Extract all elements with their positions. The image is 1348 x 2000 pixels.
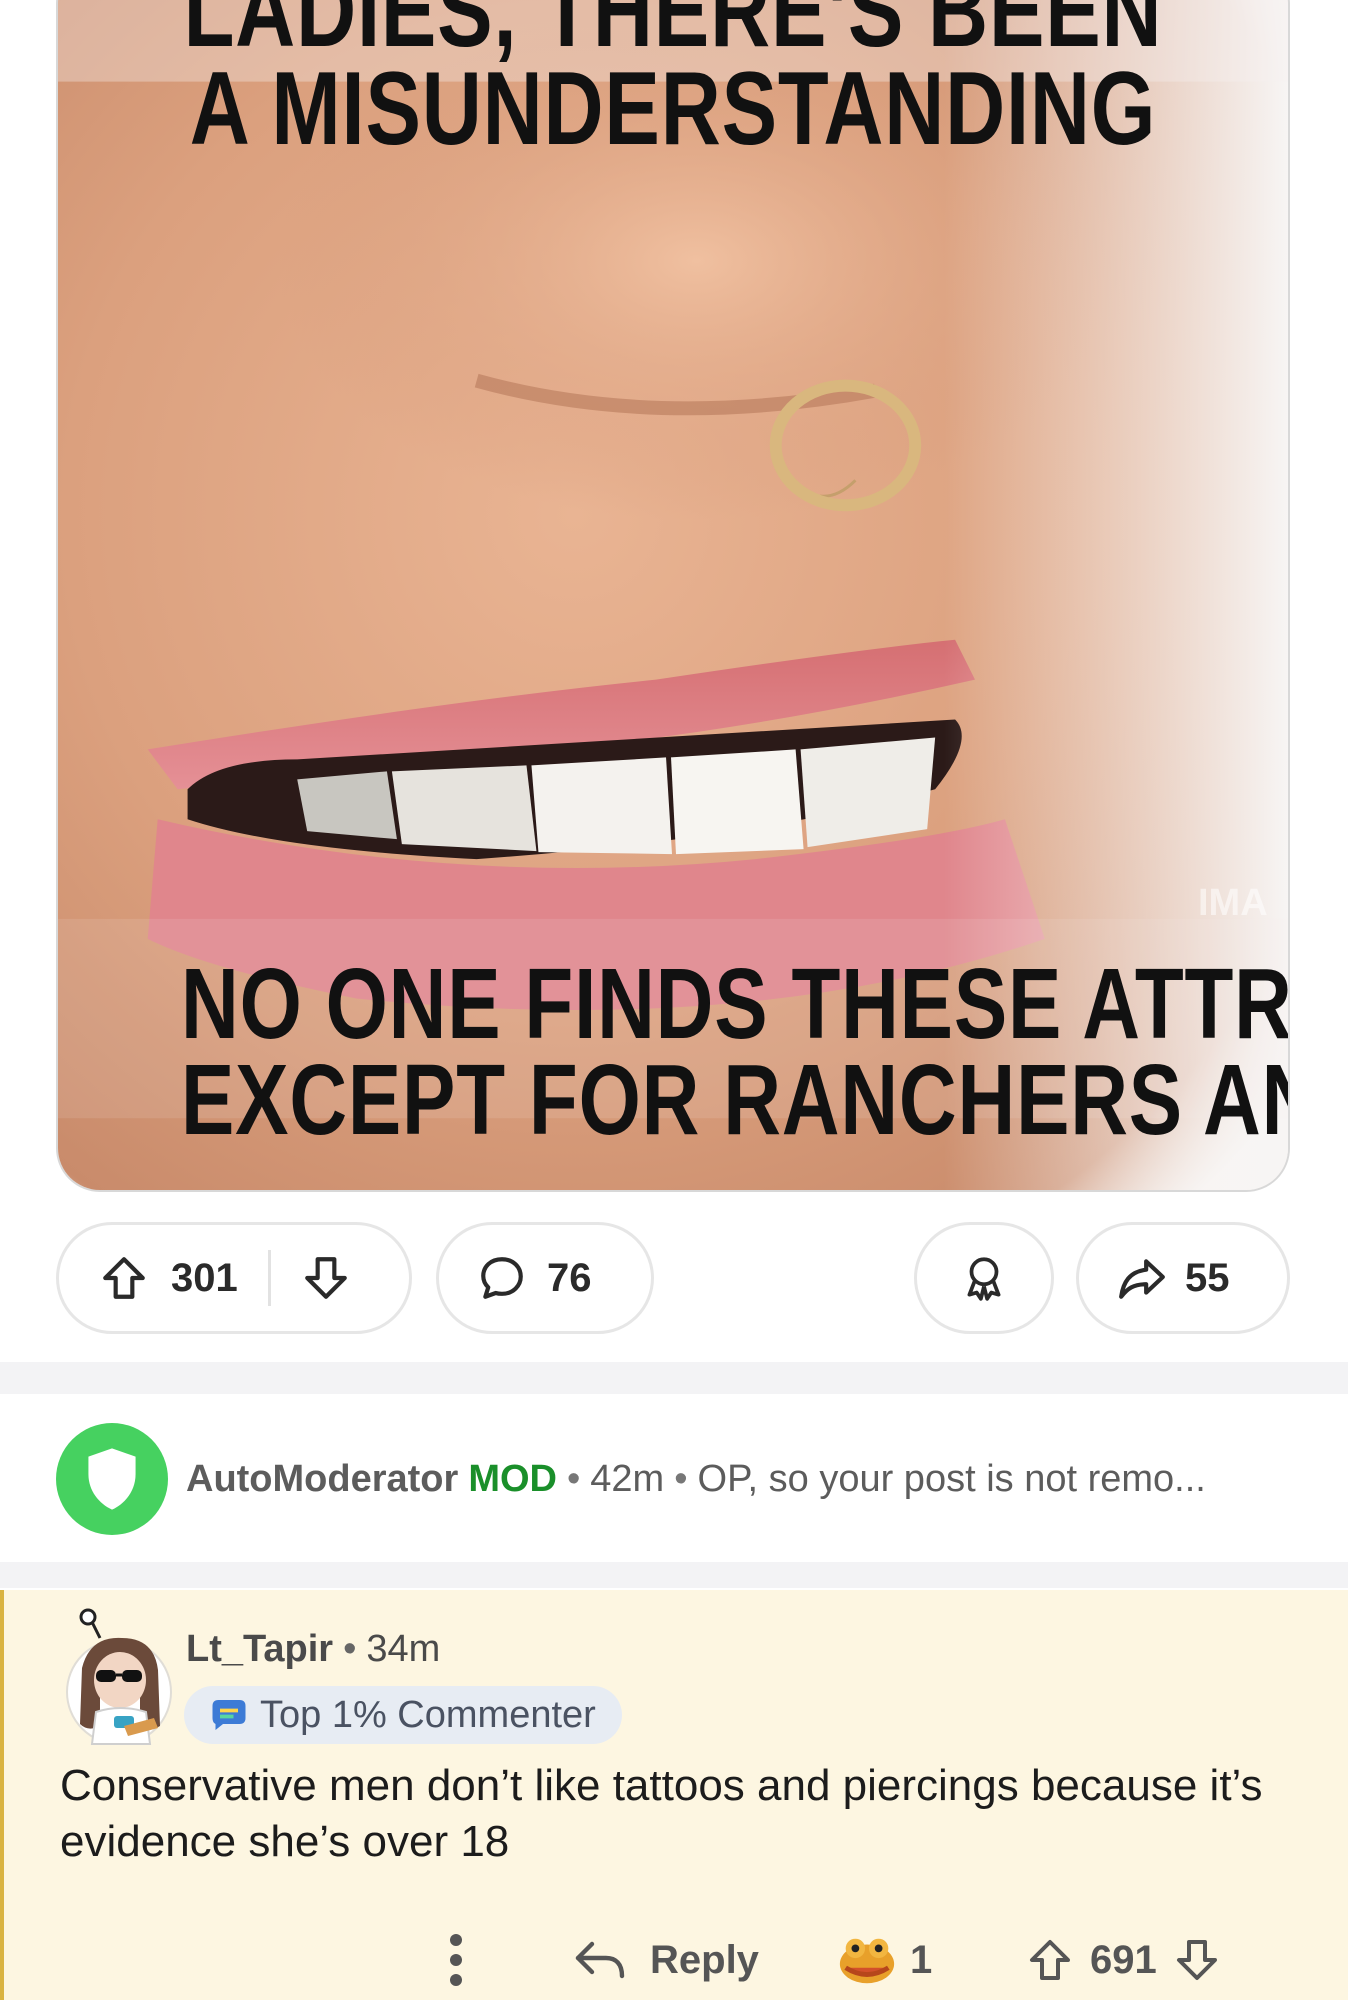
- post-action-bar: 301 76 55: [56, 1222, 1290, 1334]
- automod-avatar[interactable]: [56, 1423, 168, 1535]
- highlighted-comment: Lt_Tapir • 34m Top 1% Commenter Conservati…: [0, 1590, 1348, 2000]
- comments-button[interactable]: 76: [436, 1222, 654, 1334]
- share-arrow-icon: [1119, 1259, 1165, 1299]
- award-count: 1: [910, 1937, 933, 1982]
- automod-username[interactable]: AutoModerator: [186, 1458, 458, 1500]
- meme-top-line-2: A MISUNDERSTANDING: [189, 51, 1157, 167]
- share-count: 55: [1185, 1255, 1230, 1300]
- award-frog-icon: [839, 1938, 895, 1984]
- arrow-down-icon[interactable]: [301, 1253, 351, 1303]
- comment-time: 34m: [366, 1628, 441, 1670]
- separator-dot: •: [566, 1457, 581, 1500]
- vertical-dots-icon: [450, 1934, 462, 1986]
- shield-icon: [88, 1448, 136, 1510]
- arrow-up-icon[interactable]: [99, 1253, 149, 1303]
- share-button[interactable]: 55: [1076, 1222, 1290, 1334]
- flair-text: Top 1% Commenter: [260, 1693, 596, 1736]
- meme-bottom-line-1: NO ONE FINDS THESE ATTRACTIVE: [181, 948, 1288, 1060]
- commenter-badge-icon: [212, 1700, 246, 1730]
- comment-header: Lt_Tapir • 34m: [186, 1628, 440, 1671]
- user-flair: Top 1% Commenter: [184, 1686, 622, 1744]
- mod-badge: MOD: [468, 1457, 557, 1500]
- comment-vote: 691: [1026, 1920, 1221, 2000]
- reply-arrow-icon: [575, 1941, 625, 1979]
- separator-dot: •: [674, 1457, 688, 1500]
- comment-score: 691: [1090, 1937, 1157, 1982]
- section-divider: [0, 1362, 1348, 1394]
- award-button[interactable]: [914, 1222, 1054, 1334]
- comment-action-bar: Reply 1 691: [4, 1920, 1348, 2000]
- comment-username[interactable]: Lt_Tapir: [186, 1628, 333, 1670]
- meme-watermark: IMA: [1198, 882, 1268, 924]
- vote-divider: [267, 1250, 271, 1306]
- automod-preview: OP, so your post is not remo...: [697, 1457, 1206, 1500]
- comment-body: Conservative men don’t like tattoos and …: [60, 1761, 1263, 1866]
- reply-label: Reply: [650, 1937, 759, 1982]
- arrow-up-icon[interactable]: [1026, 1936, 1074, 1984]
- reply-button[interactable]: Reply: [572, 1920, 759, 2000]
- automod-comment-collapsed[interactable]: AutoModerator MOD • 42m • OP, so your post is…: [56, 1420, 1306, 1538]
- arrow-down-icon[interactable]: [1173, 1936, 1221, 1984]
- meme-bottom-caption: NO ONE FINDS THESE ATTRACTIVE EXCEPT FOR…: [181, 948, 1288, 1156]
- upvote-count: 301: [171, 1255, 238, 1300]
- meme-bottom-line-2: EXCEPT FOR RANCHERS AND CATTLE: [181, 1044, 1288, 1156]
- automod-time: 42m: [590, 1457, 665, 1500]
- comment-count: 76: [547, 1255, 592, 1300]
- section-divider-2: [0, 1562, 1348, 1588]
- comment-award[interactable]: 1: [836, 1920, 932, 2000]
- meme-top-caption: LADIES, THERE'S BEEN A MISUNDERSTANDING: [181, 0, 1165, 167]
- vote-pill: 301: [56, 1222, 412, 1334]
- award-ribbon-icon: [967, 1257, 1001, 1301]
- user-avatar[interactable]: [60, 1608, 178, 1748]
- post-image[interactable]: LADIES, THERE'S BEEN A MISUNDERSTANDING …: [56, 0, 1290, 1192]
- more-options-button[interactable]: [442, 1920, 470, 2000]
- speech-bubble-icon: [481, 1257, 523, 1299]
- separator-dot: •: [343, 1628, 357, 1670]
- automod-summary: AutoModerator MOD • 42m • OP, so your post is…: [186, 1458, 1206, 1501]
